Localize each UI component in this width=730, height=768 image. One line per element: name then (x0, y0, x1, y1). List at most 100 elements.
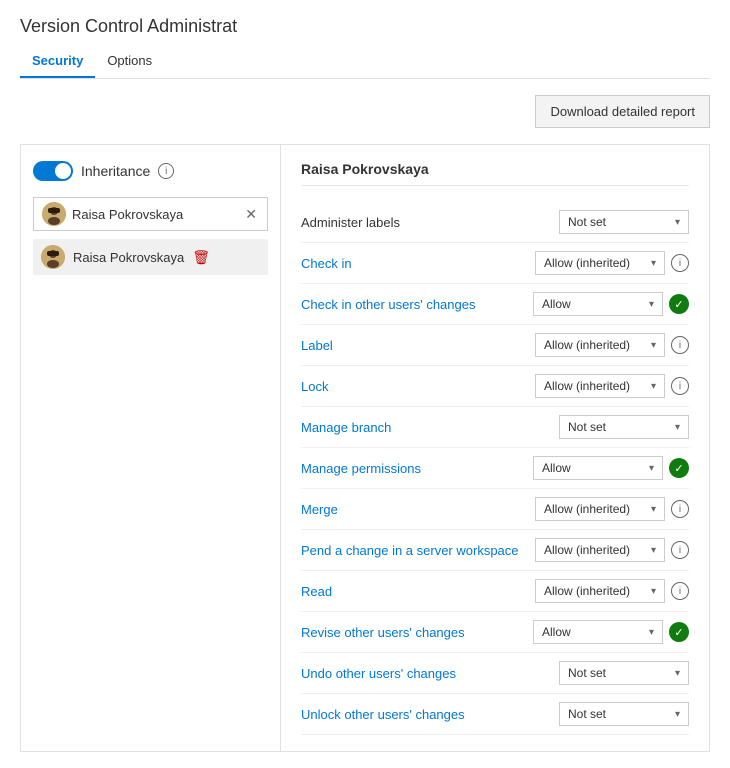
inheritance-toggle[interactable] (33, 161, 73, 181)
chevron-down-icon: ▾ (651, 545, 656, 556)
info-icon[interactable]: i (671, 500, 689, 518)
user-list-item: Raisa Pokrovskaya 🗑 (33, 239, 268, 275)
permission-label: Check in other users' changes (301, 297, 533, 312)
permission-value: Allow (542, 297, 571, 311)
permission-control: Allow (inherited) ▾ i (535, 333, 689, 357)
permission-value: Allow (inherited) (544, 256, 630, 270)
permission-row: Undo other users' changes Not set ▾ (301, 653, 689, 694)
permission-row: Label Allow (inherited) ▾ i (301, 325, 689, 366)
chevron-down-icon: ▾ (649, 299, 654, 310)
permission-select[interactable]: Allow (inherited) ▾ (535, 251, 665, 275)
permission-select[interactable]: Allow▾ (533, 456, 663, 480)
permission-value: Allow (inherited) (544, 379, 630, 393)
permission-select[interactable]: Allow▾ (533, 620, 663, 644)
permission-select[interactable]: Allow ▾ (533, 292, 663, 316)
permission-label: Administer labels (301, 215, 559, 230)
permission-row: Manage permissionsAllow▾ ✓ (301, 448, 689, 489)
permission-label: Revise other users' changes (301, 625, 533, 640)
permission-select[interactable]: Not set ▾ (559, 415, 689, 439)
chevron-down-icon: ▾ (675, 668, 680, 679)
permission-label: Undo other users' changes (301, 666, 559, 681)
permission-row: Administer labels Not set ▾ (301, 202, 689, 243)
permission-label: Check in (301, 256, 535, 271)
tab-options[interactable]: Options (95, 45, 164, 78)
permission-control: Allow ▾ ✓ (533, 292, 689, 316)
info-icon[interactable]: i (671, 336, 689, 354)
check-icon: ✓ (669, 458, 689, 478)
inheritance-row: Inheritance i (33, 161, 268, 181)
right-panel: Raisa Pokrovskaya Administer labels Not s… (281, 145, 709, 751)
user-search-value: Raisa Pokrovskaya (72, 207, 243, 222)
permission-control: Not set ▾ (559, 210, 689, 234)
permission-select[interactable]: Allow (inherited) ▾ (535, 497, 665, 521)
search-user-avatar (42, 202, 66, 226)
permission-control: Allow (inherited) ▾ i (535, 497, 689, 521)
chevron-down-icon: ▾ (675, 709, 680, 720)
permission-label: Unlock other users' changes (301, 707, 559, 722)
list-user-avatar (41, 245, 65, 269)
permission-value: Allow (542, 625, 571, 639)
permission-row: Unlock other users' changesNot set▾ (301, 694, 689, 735)
permission-select[interactable]: Not set▾ (559, 702, 689, 726)
permission-select[interactable]: Not set ▾ (559, 210, 689, 234)
check-icon: ✓ (669, 294, 689, 314)
permission-value: Not set (568, 666, 606, 680)
permission-value: Allow (inherited) (544, 338, 630, 352)
download-report-button[interactable]: Download detailed report (535, 95, 710, 128)
permission-control: Not set ▾ (559, 415, 689, 439)
chevron-down-icon: ▾ (651, 504, 656, 515)
user-search-box[interactable]: Raisa Pokrovskaya ✕ (33, 197, 268, 231)
permission-control: Allow▾ ✓ (533, 456, 689, 480)
left-panel: Inheritance i Raisa Pokrovskaya ✕ (21, 145, 281, 751)
permission-value: Allow (inherited) (544, 502, 630, 516)
permission-label: Label (301, 338, 535, 353)
permission-control: Allow▾ ✓ (533, 620, 689, 644)
delete-user-icon[interactable]: 🗑 (192, 249, 210, 266)
permission-select[interactable]: Allow (inherited) ▾ (535, 333, 665, 357)
permission-control: Allow (inherited) ▾ i (535, 579, 689, 603)
permission-control: Not set ▾ (559, 661, 689, 685)
permission-label: Pend a change in a server workspace (301, 543, 535, 558)
chevron-down-icon: ▾ (651, 586, 656, 597)
permission-row: Manage branchNot set▾ (301, 407, 689, 448)
page-title: Version Control Administrat (20, 16, 710, 37)
permission-select[interactable]: Not set ▾ (559, 661, 689, 685)
info-icon[interactable]: i (671, 254, 689, 272)
permission-control: Allow (inherited) ▾ i (535, 251, 689, 275)
permission-value: Not set (568, 420, 606, 434)
inheritance-info-icon[interactable]: i (158, 163, 174, 179)
permission-control: Allow (inherited) ▾ i (535, 374, 689, 398)
info-icon[interactable]: i (671, 582, 689, 600)
user-section-title: Raisa Pokrovskaya (301, 161, 689, 186)
chevron-down-icon: ▾ (675, 422, 680, 433)
chevron-down-icon: ▾ (675, 217, 680, 228)
permission-row: Read Allow (inherited) ▾ i (301, 571, 689, 612)
check-icon: ✓ (669, 622, 689, 642)
info-icon[interactable]: i (671, 541, 689, 559)
permission-control: Not set▾ (559, 702, 689, 726)
info-icon[interactable]: i (671, 377, 689, 395)
permission-select[interactable]: Allow (inherited) ▾ (535, 579, 665, 603)
permission-label: Read (301, 584, 535, 599)
permission-select[interactable]: Allow (inherited) ▾ (535, 538, 665, 562)
permission-value: Allow (inherited) (544, 543, 630, 557)
permission-row: Check in other users' changes Allow ▾ ✓ (301, 284, 689, 325)
permission-control: Allow (inherited) ▾ i (535, 538, 689, 562)
chevron-down-icon: ▾ (651, 381, 656, 392)
permissions-list: Administer labelsNot set▾Check inAllow (… (301, 202, 689, 735)
permission-row: Lock Allow (inherited) ▾ i (301, 366, 689, 407)
clear-user-button[interactable]: ✕ (243, 206, 259, 223)
permission-select[interactable]: Allow (inherited) ▾ (535, 374, 665, 398)
permission-value: Allow (inherited) (544, 584, 630, 598)
tab-bar: Security Options (20, 45, 710, 79)
permission-value: Not set (568, 215, 606, 229)
permission-row: Revise other users' changesAllow▾ ✓ (301, 612, 689, 653)
chevron-down-icon: ▾ (649, 463, 654, 474)
chevron-down-icon: ▾ (651, 340, 656, 351)
chevron-down-icon: ▾ (651, 258, 656, 269)
tab-security[interactable]: Security (20, 45, 95, 78)
permission-label: Lock (301, 379, 535, 394)
inheritance-label: Inheritance (81, 163, 150, 179)
permission-row: Check in Allow (inherited) ▾ i (301, 243, 689, 284)
permission-label: Manage permissions (301, 461, 533, 476)
